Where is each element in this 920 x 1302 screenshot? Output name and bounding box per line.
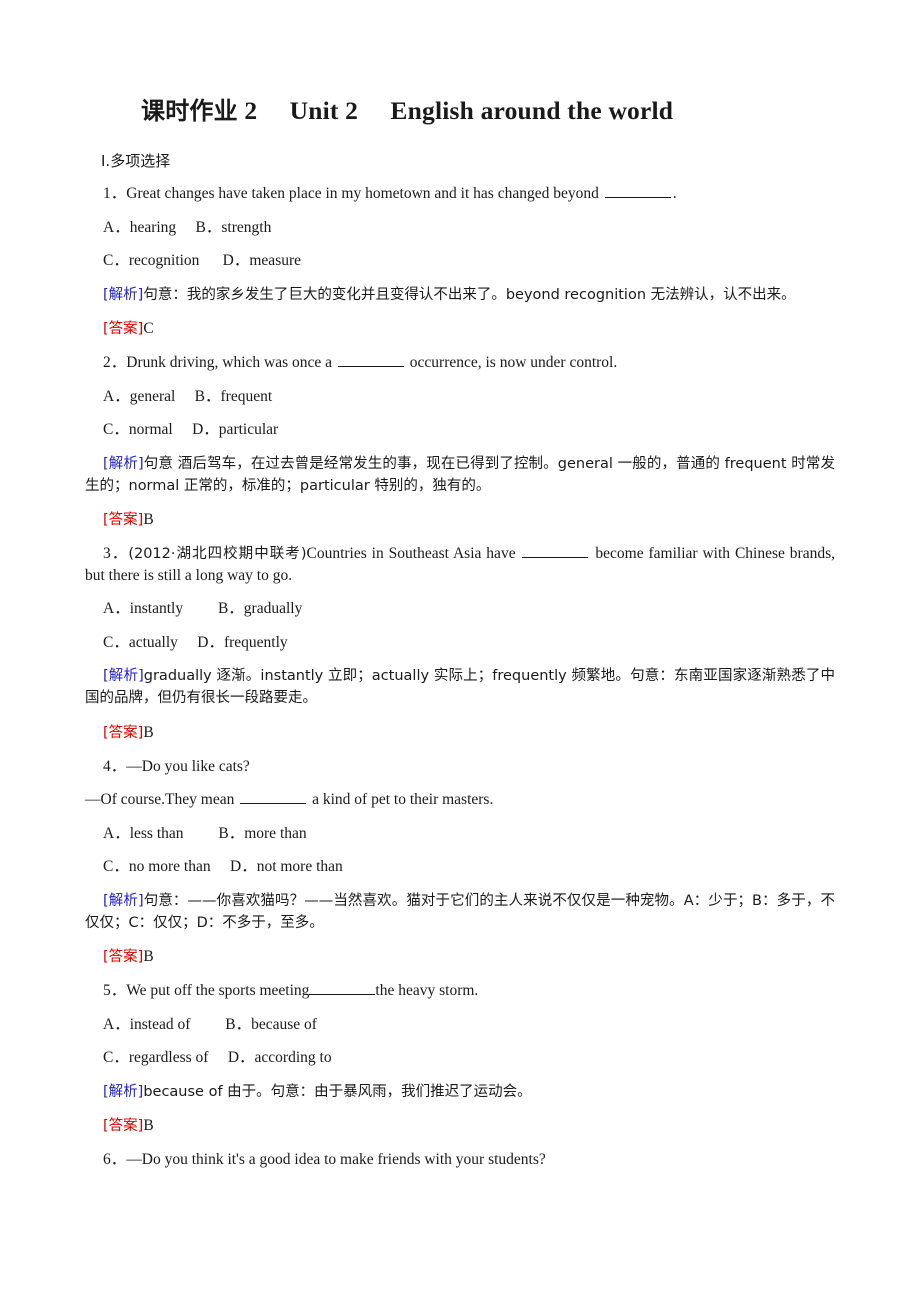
question-1-answer: [答案]C <box>85 317 835 341</box>
question-2-blank <box>337 353 404 368</box>
question-3-options-cd: C．actually D．frequently <box>103 633 288 651</box>
page-title: 课时作业 2 Unit 2 English around the world <box>85 96 835 127</box>
question-5: 5．We put off the sports meeting the heavy… <box>85 980 835 1137</box>
question-2-answer-letter: B <box>143 510 154 528</box>
question-5-stem: 5．We put off the sports meeting the heavy… <box>85 980 835 1002</box>
question-3-source: (2012·湖北四校期中联考) <box>128 545 307 562</box>
analysis-tag: [解析] <box>103 1083 144 1100</box>
question-6-number: 6． <box>103 1150 127 1168</box>
question-2: 2．Drunk driving, which was once a occurr… <box>85 352 835 531</box>
question-5-analysis: [解析]because of 由于。句意：由于暴风雨，我们推迟了运动会。 <box>85 1081 835 1103</box>
question-5-text-before: We put off the sports meeting <box>126 982 310 1000</box>
question-6: 6．—Do you think it's a good idea to make… <box>85 1149 835 1171</box>
question-3: 3．(2012·湖北四校期中联考)Countries in Southeast … <box>85 543 835 744</box>
answer-tag: [答案] <box>103 1117 144 1134</box>
answer-tag: [答案] <box>103 320 144 337</box>
question-1-text-before: Great changes have taken place in my hom… <box>126 185 603 203</box>
question-1-blank <box>604 185 671 199</box>
question-4: 4．—Do you like cats? —Of course.They mea… <box>85 756 835 969</box>
title-unit: Unit 2 <box>289 96 359 125</box>
question-4-blank <box>240 791 307 805</box>
question-4-options-ab: A．less than B．more than <box>103 824 307 842</box>
question-1-number: 1． <box>103 185 127 203</box>
question-4-options-cd: C．no more than D．not more than <box>103 858 343 876</box>
question-3-analysis-text: gradually 逐渐。instantly 立即；actually 实际上；f… <box>85 668 835 707</box>
question-2-stem: 2．Drunk driving, which was once a occurr… <box>85 352 835 374</box>
question-1-analysis-text: 句意：我的家乡发生了巨大的变化并且变得认不出来了。beyond recognit… <box>143 286 796 303</box>
question-5-answer: [答案]B <box>85 1114 835 1138</box>
answer-tag: [答案] <box>103 511 144 528</box>
question-4-answer: [答案]B <box>85 945 835 969</box>
question-1-answer-letter: C <box>143 319 154 337</box>
question-6-dialogue-line-1: 6．—Do you think it's a good idea to make… <box>85 1149 835 1171</box>
question-1-options-cd: C．recognition D．measure <box>103 252 302 270</box>
question-5-number: 5． <box>103 982 127 1000</box>
question-2-text-after: occurrence, is now under control. <box>405 354 618 372</box>
question-5-analysis-text: because of 由于。句意：由于暴风雨，我们推迟了运动会。 <box>143 1083 532 1100</box>
question-3-answer: [答案]B <box>85 721 835 745</box>
analysis-tag: [解析] <box>103 286 144 303</box>
answer-tag: [答案] <box>103 724 144 741</box>
title-prefix-cn: 课时作业 <box>141 97 238 125</box>
question-5-options-cd: C．regardless of D．according to <box>103 1049 332 1067</box>
question-1-text-after: . <box>672 185 677 203</box>
answer-tag: [答案] <box>103 948 144 965</box>
question-3-blank <box>522 544 589 558</box>
analysis-tag: [解析] <box>103 455 144 472</box>
question-4-analysis-text: 句意：——你喜欢猫吗？——当然喜欢。猫对于它们的主人来说不仅仅是一种宠物。A：少… <box>85 892 835 931</box>
title-unit-name: English around the world <box>390 96 674 125</box>
question-2-analysis: [解析]句意 酒后驾车，在过去曾是经常发生的事，现在已得到了控制。general… <box>85 453 835 497</box>
question-4-analysis: [解析]句意：——你喜欢猫吗？——当然喜欢。猫对于它们的主人来说不仅仅是一种宠物… <box>85 890 835 934</box>
question-4-answer-letter: B <box>143 947 154 965</box>
question-5-text-after: the heavy storm. <box>375 982 479 1000</box>
question-3-stem: 3．(2012·湖北四校期中联考)Countries in Southeast … <box>85 543 835 587</box>
question-2-text-before: Drunk driving, which was once a <box>126 354 336 372</box>
question-1-options-ab: A．hearing B．strength <box>103 218 272 236</box>
analysis-tag: [解析] <box>103 892 144 909</box>
document-page: 课时作业 2 Unit 2 English around the world Ⅰ… <box>0 0 920 1302</box>
question-3-options-ab: A．instantly B．gradually <box>103 600 303 618</box>
question-4-dialogue-line-1: 4．—Do you like cats? <box>85 756 835 778</box>
question-2-number: 2． <box>103 354 127 372</box>
question-2-options-cd: C．normal D．particular <box>103 421 279 439</box>
question-5-options-ab: A．instead of B．because of <box>103 1015 317 1033</box>
question-6-dialogue-text-1: —Do you think it's a good idea to make f… <box>126 1150 546 1168</box>
question-3-analysis: [解析]gradually 逐渐。instantly 立即；actually 实… <box>85 665 835 709</box>
question-3-text-before: Countries in Southeast Asia have <box>306 544 521 562</box>
question-5-answer-letter: B <box>143 1116 154 1134</box>
question-4-number: 4． <box>103 757 127 775</box>
question-3-number: 3． <box>103 544 129 562</box>
question-2-analysis-text: 句意 酒后驾车，在过去曾是经常发生的事，现在已得到了控制。general 一般的… <box>85 455 835 494</box>
question-3-answer-letter: B <box>143 723 154 741</box>
question-4-dialogue-text-1: —Do you like cats? <box>126 757 250 775</box>
question-2-options-ab: A．general B．frequent <box>103 387 273 405</box>
question-4-text-after: a kind of pet to their masters. <box>308 791 494 809</box>
question-1: 1．Great changes have taken place in my h… <box>85 183 835 340</box>
question-4-dialogue-line-2: —Of course.They mean a kind of pet to th… <box>85 789 835 811</box>
title-number: 2 <box>244 96 258 125</box>
analysis-tag: [解析] <box>103 668 144 685</box>
question-1-stem: 1．Great changes have taken place in my h… <box>85 183 835 205</box>
question-2-answer: [答案]B <box>85 508 835 532</box>
question-1-analysis: [解析]句意：我的家乡发生了巨大的变化并且变得认不出来了。beyond reco… <box>85 284 835 306</box>
question-4-text-before: —Of course.They mean <box>85 791 239 809</box>
section-header: Ⅰ.多项选择 <box>101 151 171 170</box>
question-5-blank <box>309 981 376 996</box>
